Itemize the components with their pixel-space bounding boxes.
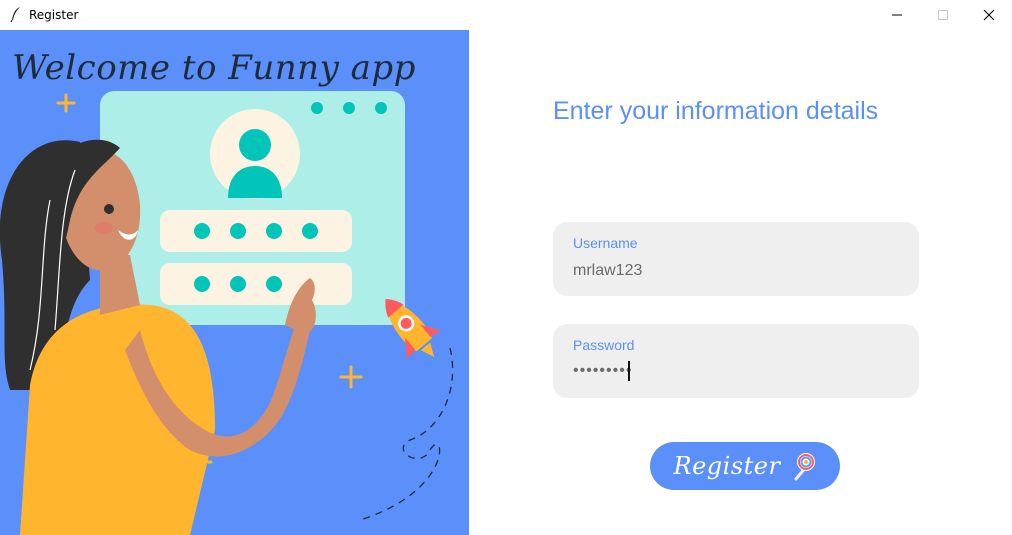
form-heading: Enter your information details <box>553 97 879 125</box>
maximize-button[interactable] <box>920 0 966 30</box>
window-title: Register <box>29 8 79 22</box>
register-button[interactable]: Register <box>650 442 840 490</box>
username-label: Username <box>573 235 638 251</box>
welcome-heading: Welcome to Funny app <box>12 48 416 88</box>
minimize-button[interactable] <box>874 0 920 30</box>
lollipop-icon <box>794 453 816 481</box>
feather-icon <box>10 7 20 22</box>
register-button-label: Register <box>673 452 781 480</box>
text-caret <box>628 361 630 381</box>
minimize-icon <box>892 14 902 16</box>
password-input[interactable]: ••••••••• <box>573 362 632 380</box>
username-field[interactable]: Username mrlaw123 <box>553 222 919 296</box>
user-avatar-icon <box>210 109 300 199</box>
maximize-icon <box>938 10 948 20</box>
username-input[interactable]: mrlaw123 <box>573 262 642 280</box>
close-icon <box>983 9 995 21</box>
password-label: Password <box>573 337 635 353</box>
close-button[interactable] <box>966 0 1012 30</box>
password-field[interactable]: Password ••••••••• <box>553 324 919 398</box>
illustration-art <box>0 91 454 535</box>
welcome-illustration: Welcome to Funny app <box>0 30 469 535</box>
title-bar: Register <box>0 0 1012 30</box>
